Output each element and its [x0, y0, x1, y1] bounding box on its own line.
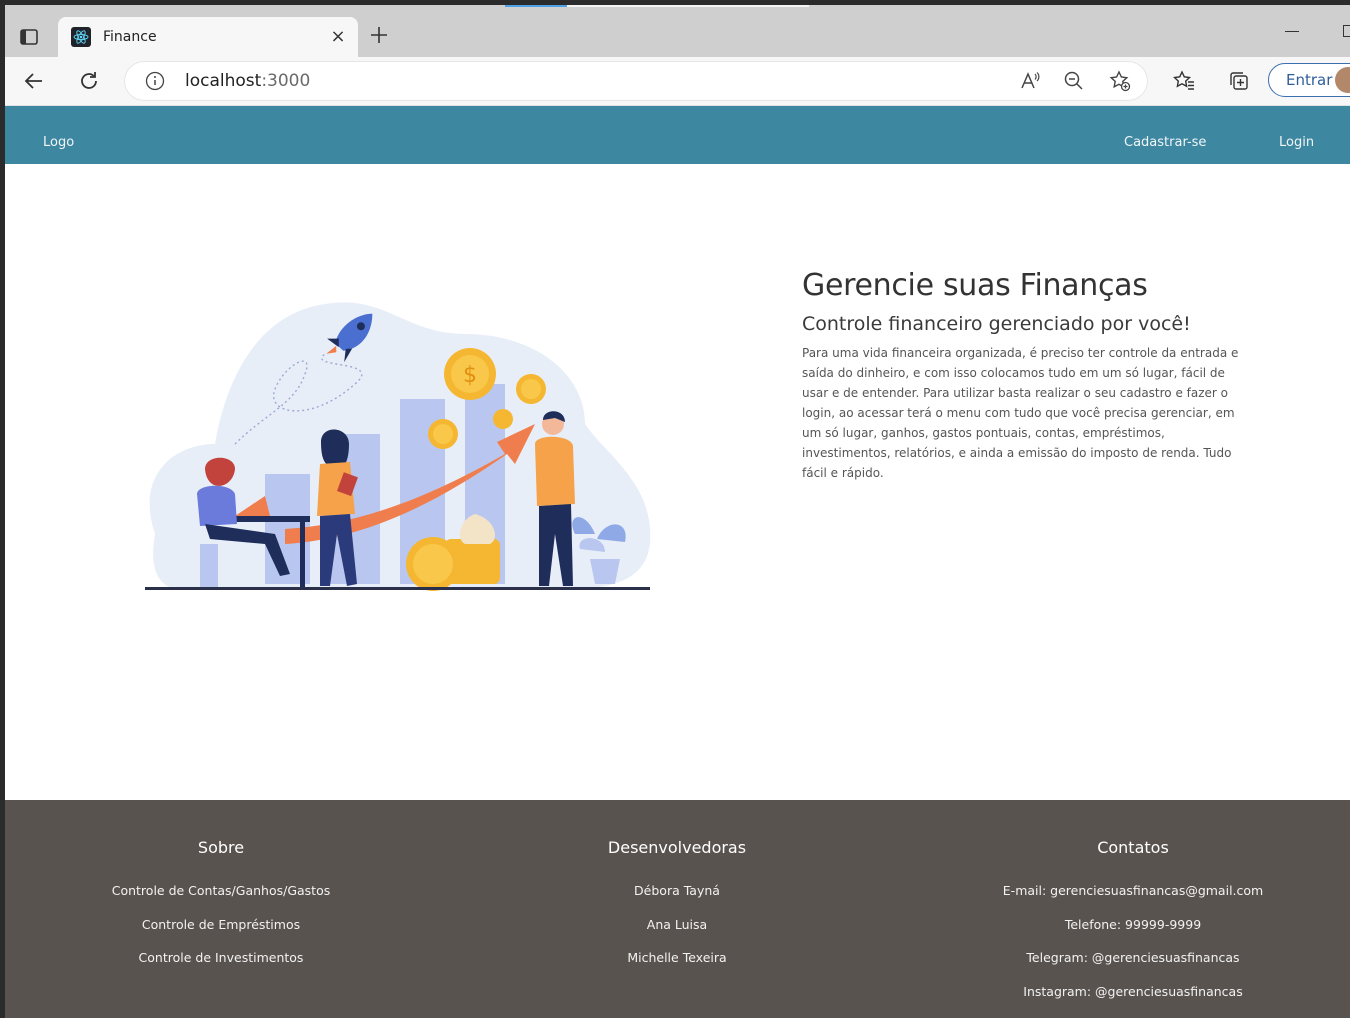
sign-in-button[interactable]: Entrar	[1268, 63, 1350, 97]
footer-link[interactable]: Controle de Contas/Ganhos/Gastos	[11, 883, 431, 917]
loading-track	[567, 5, 809, 7]
contact-telegram: Telegram: @gerenciesuasfinancas	[1026, 950, 1240, 965]
footer-heading-devs: Desenvolvedoras	[607, 838, 747, 857]
footer: Sobre Controle de Contas/Ganhos/Gastos C…	[5, 800, 1350, 1018]
maximize-icon[interactable]	[1343, 25, 1350, 37]
developer-name: Michelle Texeira	[627, 950, 727, 965]
developer-name: Ana Luisa	[646, 916, 708, 932]
contact-instagram: Instagram: @gerenciesuasfinancas	[1023, 983, 1243, 999]
minimize-icon[interactable]	[1285, 31, 1299, 32]
login-link[interactable]: Login	[1279, 135, 1314, 150]
footer-col-sobre: Sobre Controle de Contas/Ganhos/Gastos C…	[11, 838, 431, 984]
collections-icon[interactable]	[1223, 65, 1255, 97]
address-bar[interactable]: localhost:3000	[124, 61, 1148, 101]
tab-actions-icon[interactable]	[13, 21, 45, 53]
loading-indicator	[505, 5, 567, 7]
footer-col-contatos: Contatos E-mail: gerenciesuasfinancas@gm…	[923, 838, 1343, 1017]
footer-link[interactable]: Controle de Investimentos	[11, 950, 431, 984]
back-icon[interactable]	[18, 65, 50, 97]
new-tab-icon[interactable]	[367, 23, 391, 47]
navbar: Logo Cadastrar-se Login	[5, 106, 1350, 164]
zoom-out-icon[interactable]	[1062, 69, 1086, 93]
svg-text:$: $	[463, 363, 477, 388]
url-port: :3000	[261, 71, 311, 91]
page-subtitle: Controle financeiro gerenciado por você!	[802, 313, 1191, 335]
refresh-icon[interactable]	[73, 65, 105, 97]
info-icon[interactable]	[145, 71, 165, 91]
avatar	[1335, 67, 1350, 93]
contact-phone: Telefone: 99999-9999	[1064, 916, 1202, 932]
read-aloud-icon[interactable]	[1018, 69, 1042, 93]
sign-in-label: Entrar	[1286, 71, 1333, 89]
react-icon	[71, 27, 91, 47]
signup-link[interactable]: Cadastrar-se	[1124, 135, 1206, 150]
contact-email: E-mail: gerenciesuasfinancas@gmail.com	[1002, 883, 1264, 898]
url-host: localhost	[185, 71, 262, 91]
web-page: Logo Cadastrar-se Login $ Gerencie suas …	[5, 106, 1350, 1018]
url-text[interactable]: localhost:3000	[185, 71, 310, 91]
footer-col-devs: Desenvolvedoras Débora Tayná Ana Luisa M…	[467, 838, 887, 984]
tab-title: Finance	[103, 29, 157, 45]
hero-description: Para uma vida financeira organizada, é p…	[802, 346, 1239, 480]
footer-link[interactable]: Controle de Empréstimos	[11, 917, 431, 951]
hero-section: Gerencie suas Finanças Controle financei…	[802, 268, 1242, 483]
browser-toolbar: localhost:3000 Entrar	[5, 57, 1350, 106]
finance-illustration: $	[145, 302, 651, 591]
footer-heading-contatos: Contatos	[1097, 838, 1169, 857]
close-tab-icon[interactable]: ×	[328, 27, 348, 47]
browser-tab[interactable]: Finance ×	[58, 17, 358, 57]
footer-heading-sobre: Sobre	[197, 838, 245, 857]
favorites-icon[interactable]	[1168, 65, 1200, 97]
browser-window: Finance × localhost:3000 Entrar Logo Cad…	[5, 5, 1350, 1018]
page-title: Gerencie suas Finanças	[802, 268, 1148, 303]
add-favorite-icon[interactable]	[1108, 69, 1132, 93]
logo-link[interactable]: Logo	[43, 135, 74, 150]
developer-name: Débora Tayná	[634, 883, 720, 898]
tab-bar: Finance ×	[5, 5, 1350, 57]
